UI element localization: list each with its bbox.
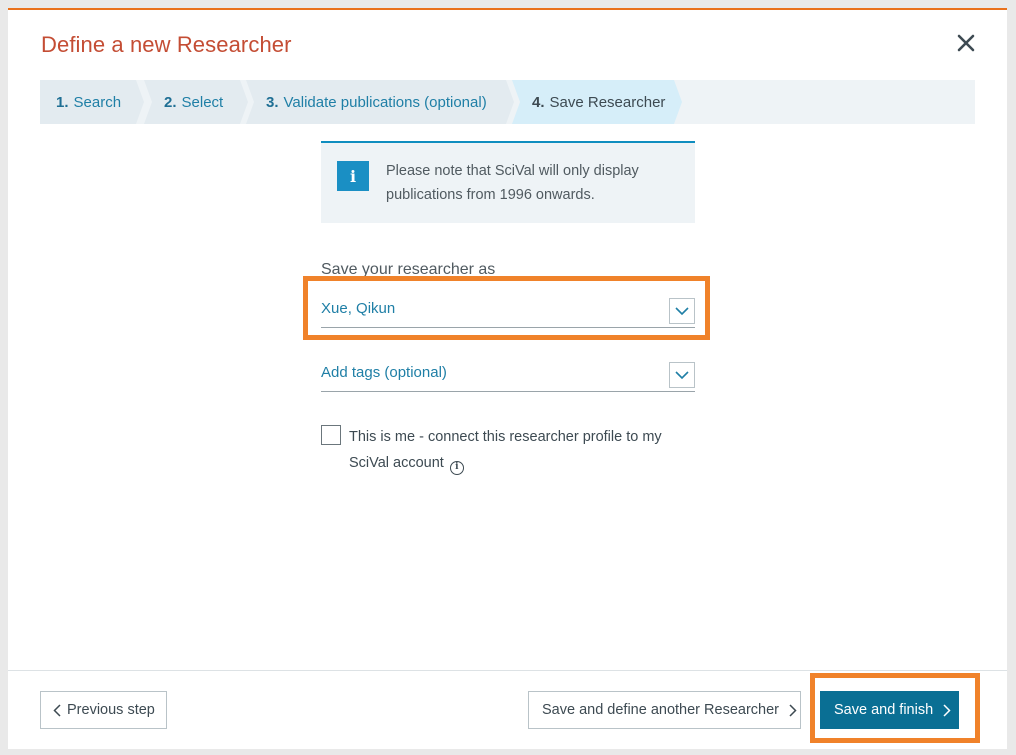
- step-number: 3.: [266, 93, 279, 111]
- highlight-name-field: [303, 276, 710, 340]
- chevron-down-icon: [675, 370, 689, 379]
- step-label: Search: [73, 93, 122, 111]
- step-save-researcher: 4. Save Researcher: [512, 80, 682, 124]
- step-search[interactable]: 1. Search: [40, 80, 144, 124]
- step-number: 1.: [56, 93, 69, 111]
- checkbox-label-text: This is me - connect this researcher pro…: [349, 429, 662, 471]
- this-is-me-label[interactable]: This is me - connect this researcher pro…: [349, 424, 699, 476]
- dialog-title: Define a new Researcher: [41, 32, 292, 57]
- save-and-define-another-button[interactable]: Save and define another Researcher: [528, 691, 801, 729]
- help-icon[interactable]: i: [449, 461, 464, 475]
- step-label: Select: [181, 93, 224, 111]
- tags-dropdown-toggle[interactable]: [669, 362, 695, 388]
- tags-placeholder: Add tags (optional): [321, 364, 447, 381]
- save-and-define-another-label: Save and define another Researcher: [542, 702, 779, 718]
- step-number: 2.: [164, 93, 177, 111]
- tags-select[interactable]: Add tags (optional): [321, 362, 695, 392]
- step-select[interactable]: 2. Select: [144, 80, 248, 124]
- highlight-finish-button: [810, 673, 980, 743]
- step-label: Save Researcher: [549, 93, 666, 111]
- close-icon: [957, 34, 975, 52]
- this-is-me-checkbox[interactable]: [321, 425, 341, 445]
- wizard-stepper: 1. Search 2. Select 3. Validate publicat…: [40, 80, 975, 124]
- chevron-right-icon: [789, 703, 797, 717]
- step-label: Validate publications (optional): [283, 93, 487, 111]
- step-validate-publications[interactable]: 3. Validate publications (optional): [246, 80, 514, 124]
- step-number: 4.: [532, 93, 545, 111]
- previous-step-button[interactable]: Previous step: [40, 691, 167, 729]
- info-icon: i: [337, 161, 369, 191]
- info-notice: i Please note that SciVal will only disp…: [321, 141, 695, 223]
- close-button[interactable]: [955, 32, 977, 54]
- define-researcher-dialog: Define a new Researcher 1. Search 2. Sel…: [8, 8, 1007, 749]
- info-text: Please note that SciVal will only displa…: [386, 163, 639, 203]
- previous-step-label: Previous step: [67, 702, 155, 718]
- chevron-left-icon: [53, 703, 61, 717]
